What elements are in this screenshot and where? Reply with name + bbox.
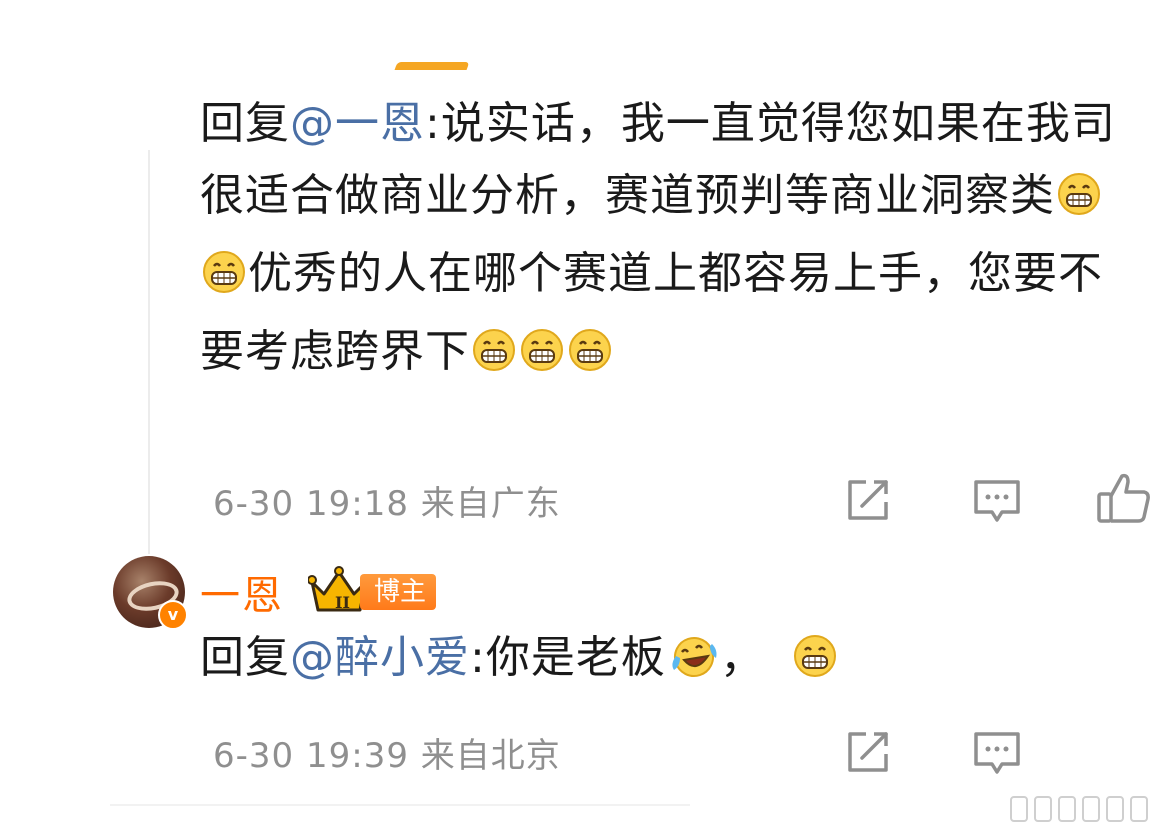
watermark-block	[1106, 796, 1124, 822]
watermark-block	[1082, 796, 1100, 822]
grin-emoji	[568, 322, 612, 394]
role-badge: 博主	[360, 574, 437, 610]
comment-1-meta: 6-30 19:18 来自广东	[213, 484, 561, 524]
username[interactable]: 一恩	[200, 563, 284, 621]
reply-prefix: 回复	[200, 632, 290, 683]
grin-emoji	[793, 628, 837, 700]
grin-emoji	[1057, 166, 1101, 238]
comment-2-text: 回复@醉小爱:你是老板 ，	[200, 622, 1140, 700]
comment-button[interactable]	[972, 728, 1022, 782]
watermark-block	[1130, 796, 1148, 822]
share-button[interactable]	[844, 476, 892, 528]
mention-link[interactable]: @醉小爱	[290, 632, 470, 683]
comment-icon	[972, 480, 1022, 530]
top-accent-bar	[394, 62, 470, 70]
comment-button[interactable]	[972, 476, 1022, 530]
verified-badge-icon: v	[158, 600, 188, 630]
reply-prefix: 回复	[200, 98, 290, 149]
grin-emoji	[202, 244, 246, 316]
watermark-icon	[1010, 796, 1148, 822]
comment-2-meta: 6-30 19:39 来自北京	[213, 736, 561, 776]
crown-level-text: II	[335, 593, 350, 612]
bottom-divider	[110, 804, 690, 806]
watermark-block	[1034, 796, 1052, 822]
share-button[interactable]	[844, 728, 892, 780]
watermark-block	[1058, 796, 1076, 822]
share-icon	[844, 732, 892, 780]
laugh-cry-emoji	[668, 628, 718, 700]
comment-body-part2: 优秀的人在哪个赛道上都容易上手，您要不要考虑跨界下	[200, 248, 1103, 377]
grin-emoji	[520, 322, 564, 394]
comment-body-part2: ，	[719, 632, 765, 683]
thumbs-up-icon	[1096, 473, 1152, 528]
comment-icon	[972, 732, 1022, 782]
comment-body-part1: :你是老板	[470, 632, 666, 683]
like-button[interactable]	[1096, 472, 1152, 528]
thread-connector-line	[148, 150, 150, 554]
watermark-block	[1010, 796, 1028, 822]
mention-link[interactable]: @一恩	[290, 98, 425, 149]
comment-1-text: 回复@一恩:说实话，我一直觉得您如果在我司很适合做商业分析，赛道预判等商业洞察类…	[200, 88, 1140, 394]
grin-emoji	[472, 322, 516, 394]
share-icon	[844, 480, 892, 528]
